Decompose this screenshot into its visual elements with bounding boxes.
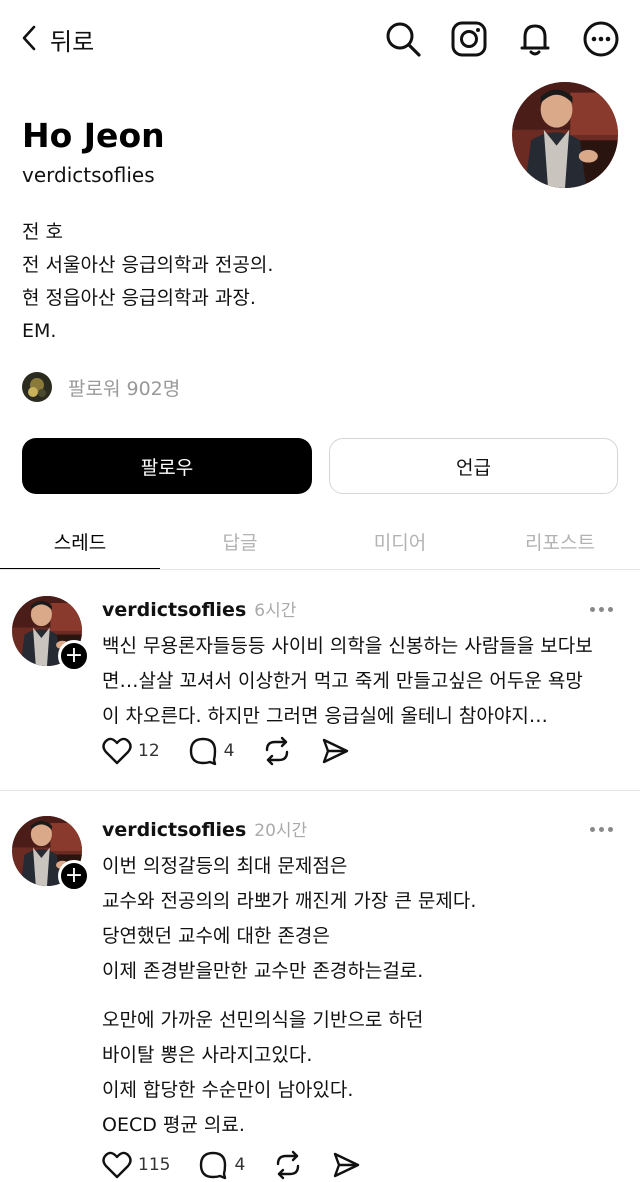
- tab-replies[interactable]: 답글: [160, 512, 320, 570]
- instagram-icon[interactable]: [450, 20, 488, 58]
- post-line: 오만에 가까운 선민의식을 기반으로 하던: [102, 1009, 424, 1031]
- post-line: 이번 의정갈등의 최대 문제점은: [102, 855, 348, 877]
- post-actions: 115 4: [102, 1150, 389, 1180]
- comment-icon: [200, 1151, 227, 1180]
- post-line: 백신 무용론자들등등 사이비 의학을 신봉하는 사람들을 보다보: [102, 635, 593, 657]
- search-icon[interactable]: [384, 20, 422, 58]
- follow-plus-icon[interactable]: +: [58, 640, 90, 672]
- more-icon[interactable]: [582, 20, 620, 58]
- post-username[interactable]: verdictsoflies: [102, 599, 246, 621]
- post-line: 이 차오른다. 하지만 그러면 응급실에 올테니 참아야지…: [102, 705, 548, 727]
- repost-icon: [266, 736, 289, 766]
- repost-button[interactable]: [273, 1150, 303, 1180]
- profile-bio: 전 호 전 서울아산 응급의학과 전공의. 현 정읍아산 응급의학과 과장. E…: [22, 216, 273, 348]
- follow-button[interactable]: 팔로우: [22, 438, 312, 494]
- post-text: 백신 무용론자들등등 사이비 의학을 신봉하는 사람들을 보다보 면…살살 꼬셔…: [102, 629, 612, 734]
- post-line: 이제 합당한 수순만이 남아있다.: [102, 1079, 354, 1101]
- post-line: 당연했던 교수에 대한 존경은: [102, 925, 330, 947]
- share-button[interactable]: [320, 736, 350, 766]
- post-username[interactable]: verdictsoflies: [102, 819, 246, 841]
- bio-line: 현 정읍아산 응급의학과 과장.: [22, 287, 256, 309]
- bell-icon[interactable]: [516, 20, 554, 58]
- like-count: 12: [138, 741, 160, 761]
- profile-avatar[interactable]: [512, 82, 618, 188]
- back-label: 뒤로: [50, 28, 95, 56]
- repost-icon: [277, 1150, 300, 1180]
- comment-icon: [189, 737, 216, 766]
- post-time: 20시간: [254, 821, 308, 841]
- mention-button[interactable]: 언급: [329, 438, 618, 494]
- bio-line: 전 호: [22, 221, 63, 243]
- post-more-icon[interactable]: [590, 824, 618, 834]
- tab-threads[interactable]: 스레드: [0, 512, 160, 570]
- followers-count: 팔로워 902명: [68, 377, 181, 400]
- post-line: 바이탈 뽕은 사라지고있다.: [102, 1044, 313, 1066]
- send-icon: [323, 738, 349, 764]
- repost-button[interactable]: [262, 736, 292, 766]
- chevron-left-icon: [20, 24, 38, 56]
- heart-icon: [102, 1151, 132, 1179]
- profile-name: Ho Jeon: [22, 116, 165, 155]
- like-button[interactable]: 115: [102, 1151, 170, 1179]
- follower-avatar: [22, 372, 52, 402]
- like-count: 115: [138, 1155, 171, 1175]
- follow-plus-icon[interactable]: +: [58, 860, 90, 892]
- send-icon: [334, 1152, 360, 1178]
- reply-button[interactable]: 4: [198, 1150, 245, 1180]
- divider: [0, 569, 640, 570]
- profile-handle: verdictsoflies: [22, 163, 155, 187]
- post-line: OECD 평균 의료.: [102, 1114, 245, 1136]
- share-button[interactable]: [331, 1150, 361, 1180]
- divider: [0, 790, 640, 791]
- post-time: 6시간: [254, 601, 297, 621]
- tab-reposts[interactable]: 리포스트: [480, 512, 640, 570]
- post-line: 교수와 전공의의 라뽀가 깨진게 가장 큰 문제다.: [102, 890, 477, 912]
- post-actions: 12 4: [102, 736, 378, 766]
- bio-line: 전 서울아산 응급의학과 전공의.: [22, 254, 274, 276]
- post-text: 이번 의정갈등의 최대 문제점은 교수와 전공의의 라뽀가 깨진게 가장 큰 문…: [102, 849, 612, 1143]
- reply-count: 4: [234, 1155, 246, 1175]
- profile-tabs: 스레드 답글 미디어 리포스트: [0, 512, 640, 570]
- post-line: 이제 존경받을만한 교수만 존경하는걸로.: [102, 960, 424, 982]
- bio-line: EM.: [22, 320, 57, 342]
- top-bar: 뒤로: [0, 0, 640, 80]
- post-line: 면…살살 꼬셔서 이상한거 먹고 죽게 만들고싶은 어두운 욕망: [102, 670, 583, 692]
- back-button[interactable]: 뒤로: [20, 22, 94, 57]
- post-more-icon[interactable]: [590, 604, 618, 614]
- heart-icon: [102, 737, 132, 765]
- followers-link[interactable]: 팔로워 902명: [22, 372, 180, 402]
- like-button[interactable]: 12: [102, 737, 160, 765]
- reply-button[interactable]: 4: [188, 736, 235, 766]
- reply-count: 4: [223, 741, 235, 761]
- tab-media[interactable]: 미디어: [320, 512, 480, 570]
